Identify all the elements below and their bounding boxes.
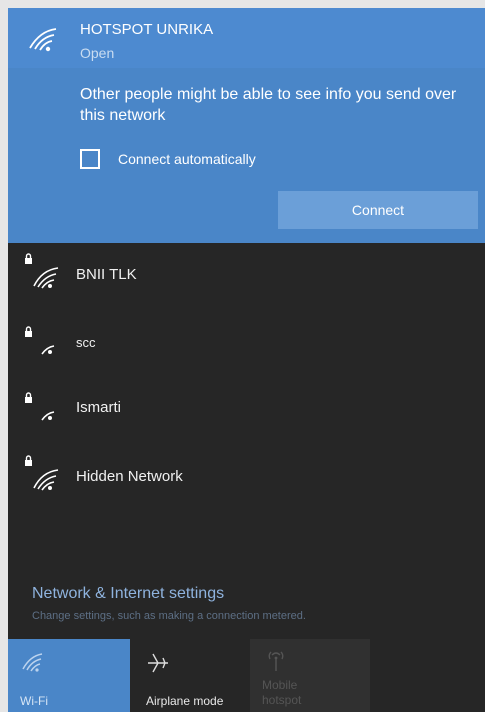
wifi-toggle-tile[interactable]: Wi-Fi	[8, 639, 130, 712]
network-item-ismarti[interactable]: Ismarti	[8, 376, 485, 440]
hotspot-icon	[268, 651, 284, 671]
quick-actions: Wi-Fi Airplane mode Mobile hotspot	[8, 639, 485, 712]
airplane-icon	[148, 653, 168, 673]
selected-network-status: Open	[80, 45, 115, 61]
network-settings-description: Change settings, such as making a connec…	[32, 610, 306, 622]
wifi-icon	[22, 653, 43, 672]
network-item-scc[interactable]: scc	[8, 310, 485, 374]
airplane-mode-tile[interactable]: Airplane mode	[134, 639, 246, 712]
airplane-mode-label: Airplane mode	[146, 694, 224, 708]
network-settings-link[interactable]: Network & Internet settings	[32, 585, 224, 603]
connect-automatically-row[interactable]: Connect automatically	[80, 146, 256, 172]
network-flyout: HOTSPOT UNRIKA Open Other people might b…	[8, 8, 485, 712]
wifi-tile-label: Wi-Fi	[20, 694, 48, 708]
secured-wifi-low-icon	[25, 326, 55, 355]
security-warning: Other people might be able to see info y…	[80, 86, 457, 124]
selected-network[interactable]: HOTSPOT UNRIKA Open Other people might b…	[8, 8, 485, 243]
selected-network-header[interactable]: HOTSPOT UNRIKA Open	[8, 8, 485, 68]
connect-automatically-checkbox[interactable]	[80, 149, 100, 169]
network-name: Ismarti	[76, 399, 121, 416]
network-name: Hidden Network	[76, 468, 183, 485]
mobile-hotspot-tile[interactable]: Mobile hotspot	[250, 639, 370, 712]
network-item-bnii-tlk[interactable]: BNII TLK	[8, 244, 485, 308]
secured-wifi-full-icon	[25, 253, 59, 289]
mobile-hotspot-label: Mobile hotspot	[262, 678, 302, 707]
selected-network-name: HOTSPOT UNRIKA	[80, 21, 214, 38]
network-name: BNII TLK	[76, 266, 137, 283]
network-name: scc	[76, 335, 96, 350]
connect-automatically-label: Connect automatically	[118, 151, 256, 167]
secured-wifi-low-icon	[25, 392, 55, 421]
network-item-hidden-network[interactable]: Hidden Network	[8, 446, 485, 510]
secured-wifi-full-icon	[25, 455, 59, 491]
wifi-icon	[29, 28, 57, 52]
connect-button[interactable]: Connect	[278, 191, 478, 229]
